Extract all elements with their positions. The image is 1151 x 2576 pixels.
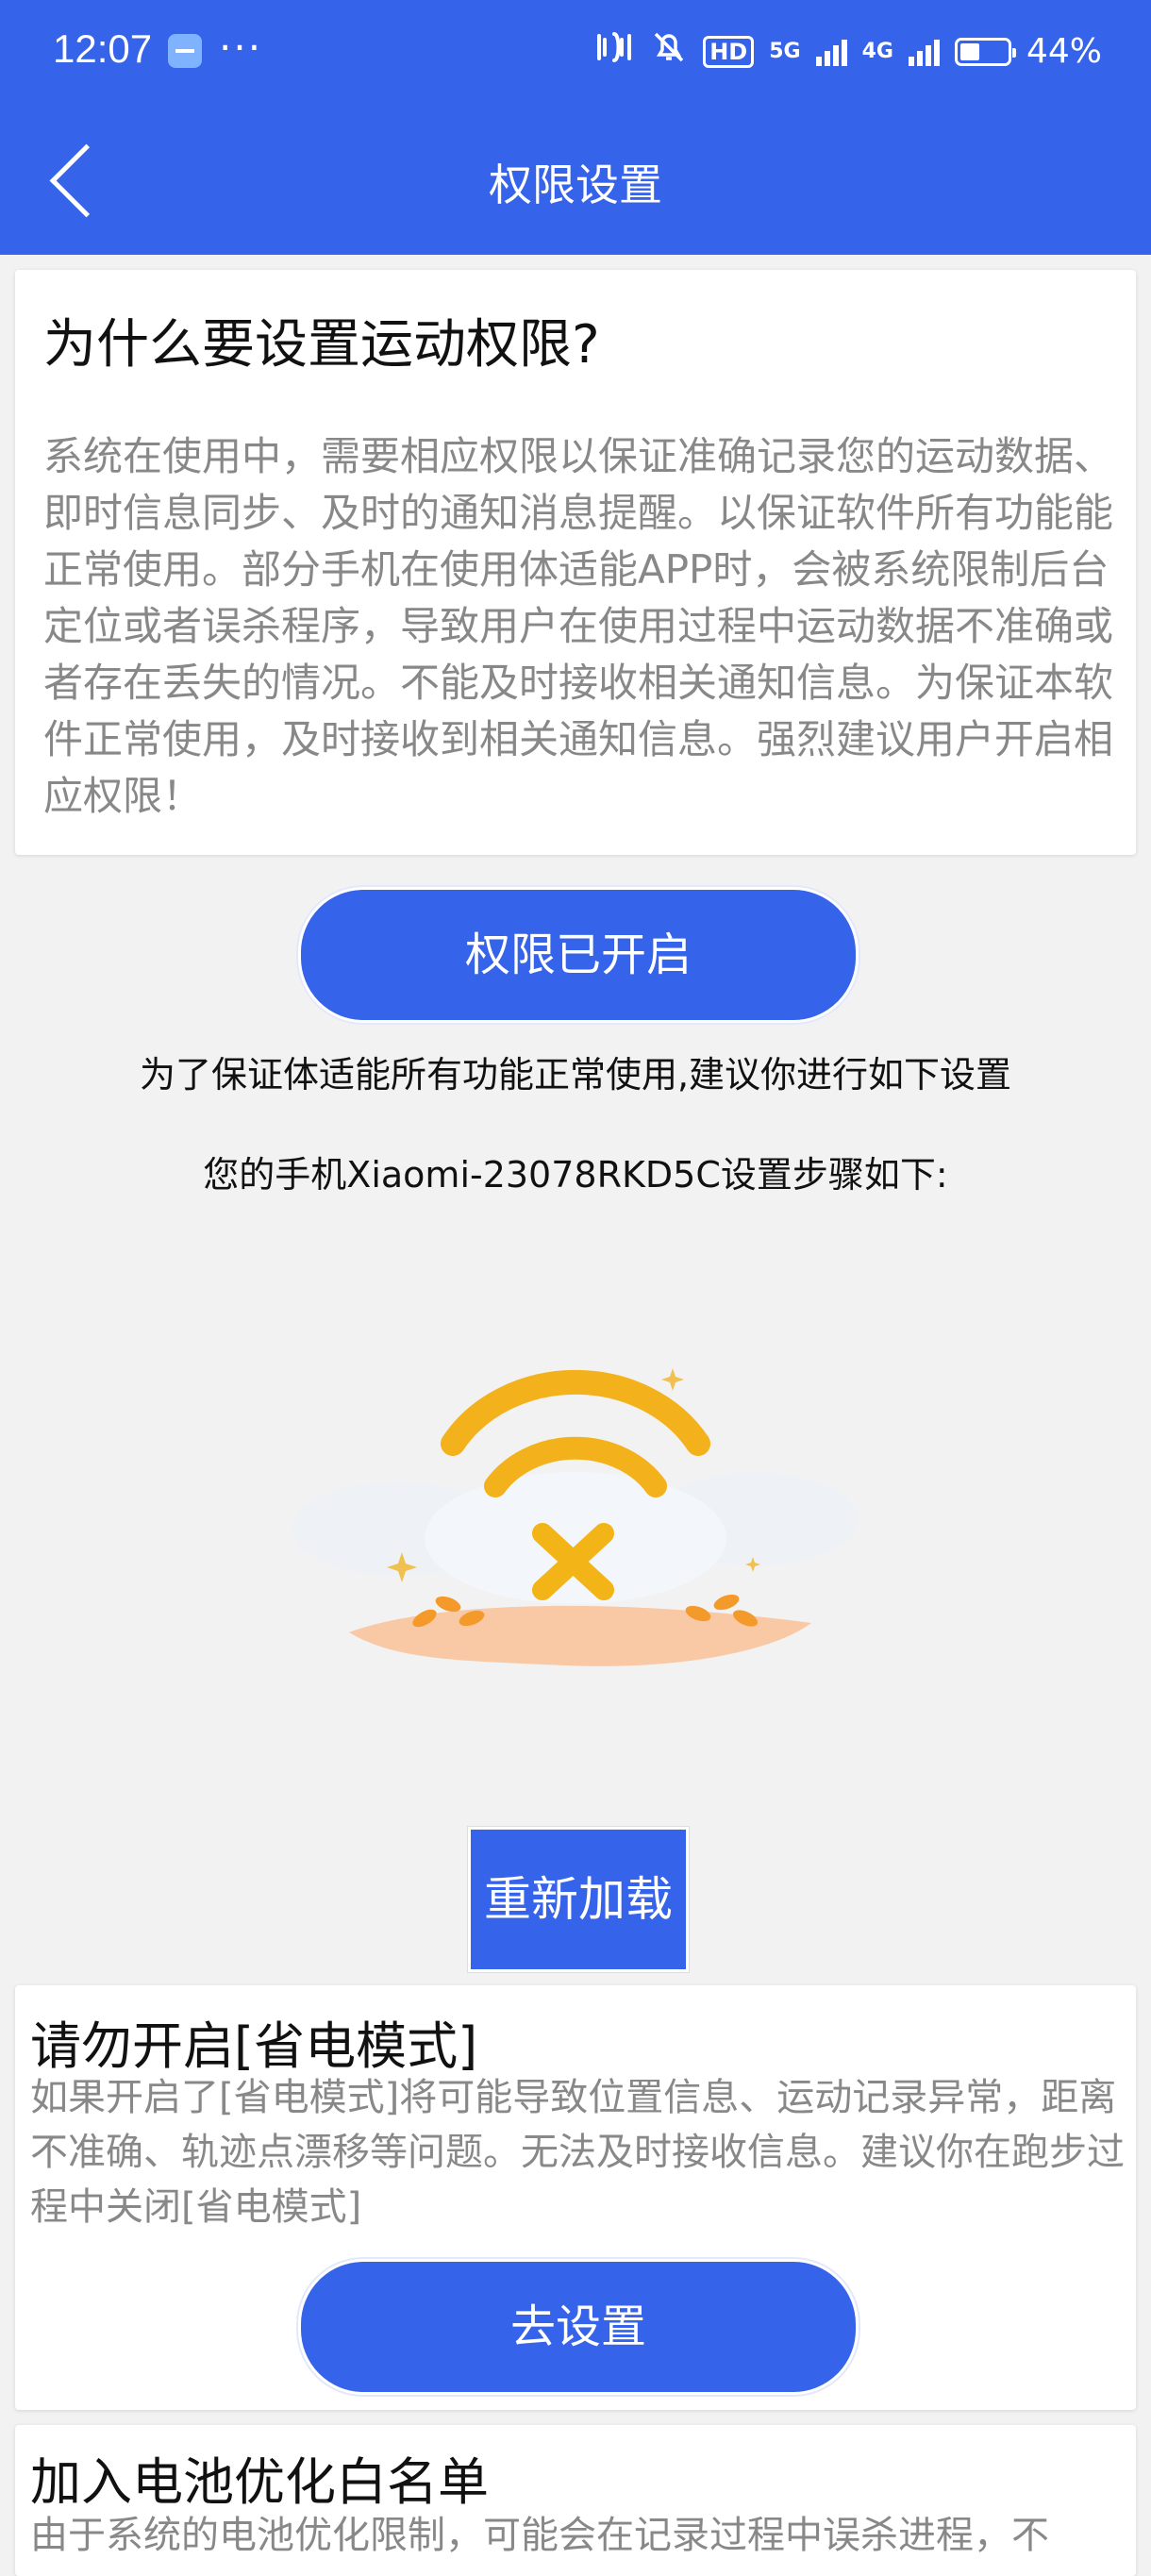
device-steps-label: 您的手机Xiaomi-23078RKD5C设置步骤如下:	[203, 1154, 948, 1196]
intro-card: 为什么要设置运动权限? 系统在使用中，需要相应权限以保证准确记录您的运动数据、即…	[15, 270, 1136, 855]
permission-enabled-button[interactable]: 权限已开启	[298, 887, 859, 1023]
battery-icon	[954, 37, 1016, 66]
battery-whitelist-body: 由于系统的电池优化限制，可能会在记录过程中误杀进程，不	[30, 2514, 1049, 2557]
battery-whitelist-heading: 加入电池优化白名单	[30, 2452, 489, 2512]
signal-icon-1	[815, 38, 847, 66]
network-4g-label: 4G	[861, 40, 893, 63]
mute-bell-icon	[650, 28, 688, 75]
hd-icon: HD	[703, 35, 755, 68]
power-save-body: 如果开启了[省电模式]将可能导致位置信息、运动记录异常，距离不准确、轨迹点漂移等…	[30, 2076, 1125, 2229]
header-bar: 权限设置	[0, 104, 1151, 255]
status-time: 12:07	[53, 26, 153, 71]
status-bar: 12:07 ··· HD 5G 4G 44%	[0, 0, 1151, 104]
status-indicators: HD 5G 4G 44%	[593, 28, 1102, 75]
setting-tip: 为了保证体适能所有功能正常使用,建议你进行如下设置	[139, 1054, 1012, 1096]
vibrate-icon	[593, 30, 635, 73]
intro-heading: 为什么要设置运动权限?	[43, 314, 600, 376]
power-save-heading: 请勿开启[省电模式]	[30, 2016, 478, 2076]
wifi-disconnected-illustration	[283, 1349, 868, 1698]
network-5g-label: 5G	[769, 40, 801, 63]
intro-body: 系统在使用中，需要相应权限以保证准确记录您的运动数据、即时信息同步、及时的通知消…	[43, 433, 1114, 819]
battery-percent: 44%	[1026, 32, 1102, 71]
reload-button[interactable]: 重新加载	[468, 1827, 689, 1972]
app-notification-icon	[168, 34, 202, 68]
more-notifications-icon: ···	[219, 25, 263, 71]
power-save-card: 请勿开启[省电模式] 如果开启了[省电模式]将可能导致位置信息、运动记录异常，距…	[15, 1985, 1136, 2410]
page-title: 权限设置	[489, 159, 662, 210]
signal-icon-2	[908, 38, 940, 66]
battery-whitelist-card: 加入电池优化白名单 由于系统的电池优化限制，可能会在记录过程中误杀进程，不	[15, 2425, 1136, 2576]
go-settings-button[interactable]: 去设置	[298, 2259, 859, 2395]
